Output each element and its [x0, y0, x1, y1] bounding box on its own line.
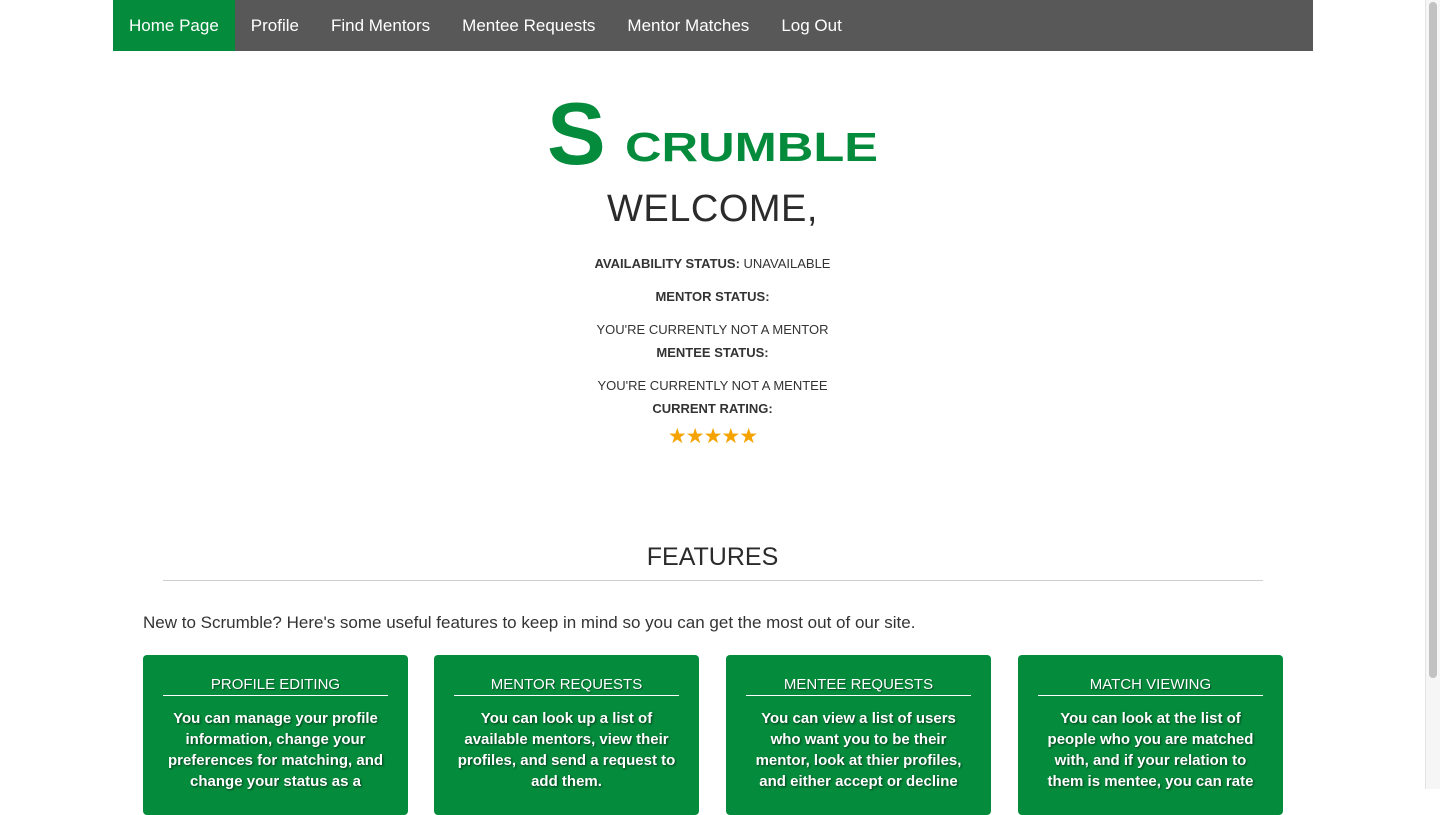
scrollbar-thumb[interactable]	[1429, 2, 1437, 678]
logo-big-letter: S	[547, 88, 606, 168]
features-divider	[163, 580, 1263, 581]
availability-status-label: AVAILABILITY STATUS:	[594, 256, 740, 271]
feature-card-body: You can look up a list of available ment…	[457, 710, 676, 790]
feature-card-title: MENTOR REQUESTS	[454, 676, 679, 696]
feature-card-match-viewing: MATCH VIEWING You can look at the list o…	[1018, 655, 1283, 815]
feature-card-body: You can look at the list of people who y…	[1047, 710, 1254, 790]
feature-card-mentee-requests: MENTEE REQUESTS You can view a list of u…	[726, 655, 991, 815]
features-heading: FEATURES	[646, 543, 779, 571]
feature-card-body: You can manage your profile information,…	[167, 710, 384, 790]
top-navbar: Home Page Profile Find Mentors Mentee Re…	[113, 0, 1313, 51]
feature-card-profile-editing: PROFILE EDITING You can manage your prof…	[143, 655, 408, 815]
nav-home-page[interactable]: Home Page	[113, 0, 235, 51]
current-rating-label: CURRENT RATING:	[652, 401, 773, 416]
mentee-status-label-row: MENTEE STATUS:	[0, 345, 1425, 360]
logo-rest-text: CRUMBLE	[625, 124, 878, 168]
feature-card-title: MENTEE REQUESTS	[746, 676, 971, 696]
welcome-heading: WELCOME,	[607, 188, 818, 230]
nav-mentor-matches[interactable]: Mentor Matches	[611, 0, 765, 51]
mentee-status-value: YOU'RE CURRENTLY NOT A MENTEE	[597, 378, 828, 393]
feature-card-body: You can view a list of users who want yo…	[755, 710, 962, 790]
page-scrollbar[interactable]	[1425, 0, 1440, 789]
rating-stars: ★★★★★	[667, 425, 758, 448]
feature-card-mentor-requests: MENTOR REQUESTS You can look up a list o…	[434, 655, 699, 815]
nav-log-out[interactable]: Log Out	[765, 0, 858, 51]
nav-find-mentors[interactable]: Find Mentors	[315, 0, 446, 51]
mentee-status-label: MENTEE STATUS:	[656, 345, 769, 360]
feature-card-title: PROFILE EDITING	[163, 676, 388, 696]
current-rating-label-row: CURRENT RATING:	[0, 401, 1425, 416]
nav-profile[interactable]: Profile	[235, 0, 315, 51]
mentor-status-value: YOU'RE CURRENTLY NOT A MENTOR	[596, 322, 829, 337]
mentor-status-label: MENTOR STATUS:	[655, 289, 770, 304]
mentor-status-label-row: MENTOR STATUS:	[0, 289, 1425, 304]
features-intro-text: New to Scrumble? Here's some useful feat…	[143, 613, 916, 632]
availability-status-value: UNAVAILABLE	[743, 256, 831, 271]
scrumble-logo: S CRUMBLE	[547, 88, 878, 168]
availability-status-row: AVAILABILITY STATUS: UNAVAILABLE	[0, 256, 1425, 271]
nav-mentee-requests[interactable]: Mentee Requests	[446, 0, 611, 51]
feature-card-title: MATCH VIEWING	[1038, 676, 1263, 696]
